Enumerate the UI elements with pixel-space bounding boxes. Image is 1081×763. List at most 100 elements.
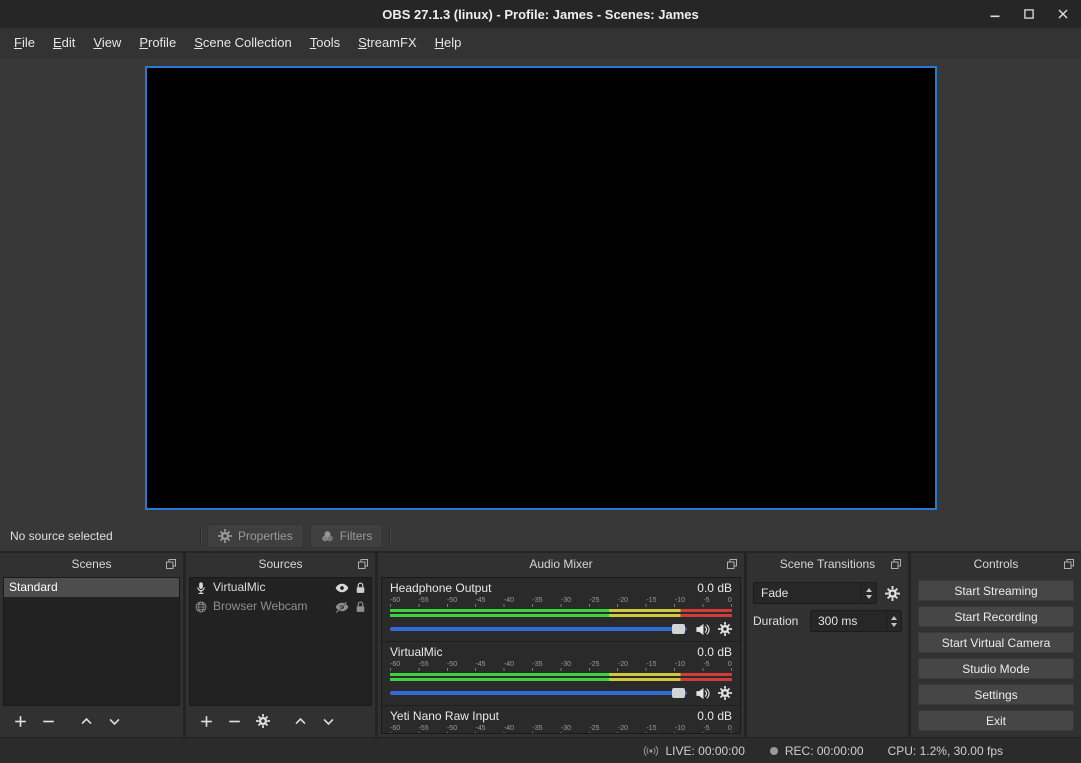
volume-meter [390, 609, 732, 617]
title-bar: OBS 27.1.3 (linux) - Profile: James - Sc… [0, 0, 1081, 28]
volume-meter [390, 673, 732, 681]
duration-value: 300 ms [818, 614, 886, 628]
menu-item-streamfx[interactable]: StreamFX [349, 30, 426, 55]
move-source-down-button[interactable] [321, 714, 336, 729]
mic-icon [195, 582, 207, 594]
minus-icon [228, 715, 241, 728]
preview-canvas[interactable] [145, 66, 937, 510]
meter-scale: -60-55-50-45-40-35-30-25-20-15-10-50 [390, 725, 732, 732]
mixer-gear-icon[interactable] [718, 622, 732, 636]
source-properties-button[interactable] [255, 714, 270, 729]
gear-icon [218, 529, 232, 543]
sources-toolbar [189, 708, 372, 734]
dock-area: Scenes Standard Sources VirtualMicBrowse… [0, 551, 1081, 737]
selection-toolbar: No source selected Properties Filters [0, 521, 1081, 551]
spinbox-arrows-icon[interactable] [886, 611, 901, 631]
mixer-db-value: 0.0 dB [697, 709, 732, 723]
gear-icon [256, 714, 270, 728]
combo-arrows-icon[interactable] [861, 583, 876, 603]
remove-source-button[interactable] [227, 714, 242, 729]
menu-item-help[interactable]: Help [426, 30, 471, 55]
eye-icon[interactable] [335, 581, 349, 595]
start-streaming-button[interactable]: Start Streaming [918, 580, 1074, 601]
source-row-browser-webcam[interactable]: Browser Webcam [190, 597, 371, 616]
sources-list: VirtualMicBrowser Webcam [189, 577, 372, 706]
minus-icon [42, 715, 55, 728]
cpu-fps-stats: CPU: 1.2%, 30.00 fps [888, 744, 1003, 758]
chevron-down-icon [108, 715, 121, 728]
menu-item-tools[interactable]: Tools [301, 30, 349, 55]
menu-item-profile[interactable]: Profile [130, 30, 185, 55]
meter-tickmarks [390, 732, 732, 734]
maximize-button[interactable] [1023, 8, 1035, 20]
window-title: OBS 27.1.3 (linux) - Profile: James - Sc… [382, 7, 698, 22]
remove-scene-button[interactable] [41, 714, 56, 729]
scene-transitions-dock: Scene Transitions Fade Duration 300 ms [747, 553, 908, 737]
eye-slash-icon[interactable] [335, 600, 349, 614]
volume-slider[interactable] [390, 627, 687, 631]
window-controls [989, 0, 1069, 28]
menu-item-edit[interactable]: Edit [44, 30, 84, 55]
speaker-icon[interactable] [695, 622, 710, 637]
record-dot-icon [769, 746, 779, 756]
menu-item-view[interactable]: View [84, 30, 130, 55]
sources-dock-title: Sources [258, 557, 302, 571]
lock-icon[interactable] [355, 582, 366, 594]
plus-icon [200, 715, 213, 728]
rec-time: REC: 00:00:00 [785, 744, 864, 758]
audio-mixer-dock: Audio Mixer Headphone Output 0.0 dB -60-… [378, 553, 744, 737]
toolbar-separator [389, 526, 390, 546]
controls-buttons: Start Streaming Start Recording Start Virt… [911, 574, 1081, 737]
move-scene-down-button[interactable] [107, 714, 122, 729]
properties-label: Properties [238, 529, 293, 543]
meter-tickmarks [390, 604, 732, 607]
mixer-db-value: 0.0 dB [697, 581, 732, 595]
studio-mode-button[interactable]: Studio Mode [918, 658, 1074, 679]
close-button[interactable] [1057, 8, 1069, 20]
live-broadcast-icon [643, 744, 659, 758]
move-source-up-button[interactable] [293, 714, 308, 729]
exit-button[interactable]: Exit [918, 710, 1074, 731]
volume-slider[interactable] [390, 691, 687, 695]
filters-button[interactable]: Filters [310, 524, 384, 548]
add-source-button[interactable] [199, 714, 214, 729]
mixer-name: VirtualMic [390, 645, 442, 659]
chevron-up-icon [80, 715, 93, 728]
menu-bar: FileEditViewProfileScene CollectionTools… [0, 28, 1081, 58]
mixer-db-value: 0.0 dB [697, 645, 732, 659]
settings-button[interactable]: Settings [918, 684, 1074, 705]
popout-icon[interactable] [725, 557, 739, 571]
meter-scale: -60-55-50-45-40-35-30-25-20-15-10-50 [390, 597, 732, 604]
minimize-button[interactable] [989, 8, 1001, 20]
sources-dock: Sources VirtualMicBrowser Webcam [186, 553, 375, 737]
status-bar: LIVE: 00:00:00 REC: 00:00:00 CPU: 1.2%, … [0, 737, 1081, 763]
mixer-virtualmic: VirtualMic 0.0 dB -60-55-50-45-40-35-30-… [382, 642, 740, 706]
duration-spinbox[interactable]: 300 ms [810, 610, 902, 632]
scene-row-standard[interactable]: Standard [4, 578, 179, 597]
volume-slider-handle[interactable] [672, 624, 685, 634]
meter-tickmarks [390, 668, 732, 671]
volume-slider-handle[interactable] [672, 688, 685, 698]
lock-icon[interactable] [355, 601, 366, 613]
mixer-headphone-output: Headphone Output 0.0 dB -60-55-50-45-40-… [382, 578, 740, 642]
popout-icon[interactable] [889, 557, 903, 571]
transition-select[interactable]: Fade [753, 582, 877, 604]
mixer-gear-icon[interactable] [718, 686, 732, 700]
move-scene-up-button[interactable] [79, 714, 94, 729]
properties-button[interactable]: Properties [207, 524, 304, 548]
source-label: VirtualMic [213, 578, 329, 597]
scenes-list: Standard [3, 577, 180, 706]
transition-gear-icon[interactable] [882, 583, 902, 603]
speaker-icon[interactable] [695, 686, 710, 701]
popout-icon[interactable] [1062, 557, 1076, 571]
add-scene-button[interactable] [13, 714, 28, 729]
start-recording-button[interactable]: Start Recording [918, 606, 1074, 627]
source-row-virtualmic[interactable]: VirtualMic [190, 578, 371, 597]
menu-item-file[interactable]: File [5, 30, 44, 55]
popout-icon[interactable] [164, 557, 178, 571]
source-label: Browser Webcam [213, 597, 329, 616]
menu-item-scene-collection[interactable]: Scene Collection [185, 30, 301, 55]
scenes-toolbar [3, 708, 180, 734]
start-virtual-camera-button[interactable]: Start Virtual Camera [918, 632, 1074, 653]
popout-icon[interactable] [356, 557, 370, 571]
